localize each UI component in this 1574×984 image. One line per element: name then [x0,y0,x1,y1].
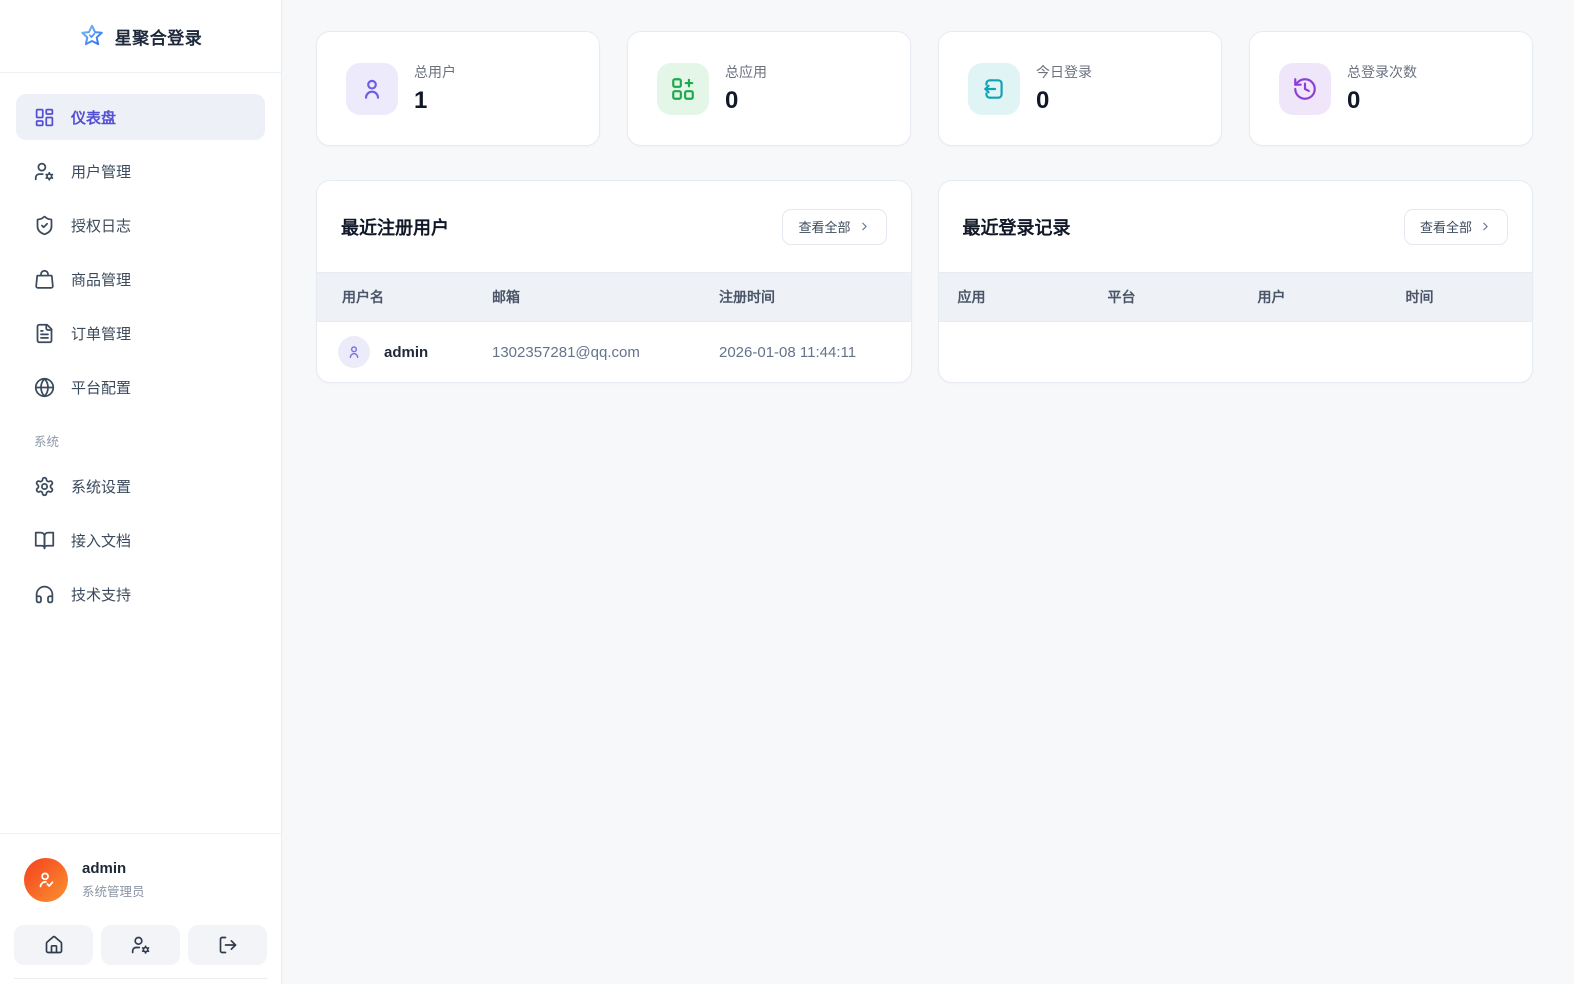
stat-value: 0 [1036,87,1092,115]
sidebar-item-orders[interactable]: 订单管理 [16,310,265,356]
stat-label: 今日登录 [1036,62,1092,82]
log-in-icon [968,63,1020,115]
user-cog-icon [131,935,151,955]
stat-value: 0 [1347,87,1417,115]
sidebar-item-support[interactable]: 技术支持 [16,571,265,617]
globe-icon [34,377,55,398]
sidebar-item-system-settings[interactable]: 系统设置 [16,463,265,509]
shield-check-icon [34,215,55,236]
sidebar-nav: 仪表盘 用户管理 授权日志 商品管理 订单管理 [0,73,281,833]
row-user-icon [338,336,370,368]
view-all-logins-button[interactable]: 查看全部 [1404,209,1508,245]
stat-label: 总应用 [725,62,767,82]
row-time: 2026-01-08 11:44:11 [719,344,886,361]
sidebar-item-docs[interactable]: 接入文档 [16,517,265,563]
grid-plus-icon [657,63,709,115]
sidebar-item-label: 技术支持 [71,584,131,605]
view-all-label: 查看全部 [1420,217,1472,236]
sidebar-item-label: 接入文档 [71,530,131,551]
sidebar-item-label: 订单管理 [71,323,131,344]
stat-card-total-users: 总用户 1 [316,31,600,146]
column-header: 平台 [1108,287,1258,307]
panel-title: 最近注册用户 [341,214,449,240]
column-header: 用户 [1258,287,1406,307]
row-username: admin [384,344,428,361]
avatar [24,858,68,902]
stat-card-total-logins: 总登录次数 0 [1249,31,1533,146]
logout-button[interactable] [188,925,267,965]
table-header: 用户名 邮箱 注册时间 [317,272,911,322]
stat-label: 总登录次数 [1347,62,1417,82]
stat-label: 总用户 [414,62,456,82]
app-title: 星聚合登录 [115,24,203,49]
panels-row: 最近注册用户 查看全部 用户名 邮箱 注册时间 admin [316,180,1533,383]
user-profile: admin 系统管理员 [14,858,267,902]
view-all-users-button[interactable]: 查看全部 [782,209,886,245]
column-header: 邮箱 [492,287,719,307]
sidebar: 星聚合登录 仪表盘 用户管理 授权日志 商品管理 [0,0,282,984]
sidebar-item-label: 平台配置 [71,377,131,398]
profile-role: 系统管理员 [82,881,145,900]
book-open-icon [34,530,55,551]
recent-users-panel: 最近注册用户 查看全部 用户名 邮箱 注册时间 admin [316,180,912,383]
stats-row: 总用户 1 总应用 0 今日登录 0 [316,31,1533,146]
row-email: 1302357281@qq.com [492,344,719,361]
sidebar-item-platform-config[interactable]: 平台配置 [16,364,265,410]
stat-value: 0 [725,87,767,115]
main-content: 总用户 1 总应用 0 今日登录 0 [282,0,1574,984]
history-icon [1279,63,1331,115]
sidebar-item-products[interactable]: 商品管理 [16,256,265,302]
empty-table-body [939,322,1533,382]
sidebar-item-auth-logs[interactable]: 授权日志 [16,202,265,248]
column-header: 用户名 [342,287,492,307]
stat-card-today-logins: 今日登录 0 [938,31,1222,146]
table-row[interactable]: admin 1302357281@qq.com 2026-01-08 11:44… [317,322,911,382]
sidebar-item-users[interactable]: 用户管理 [16,148,265,194]
chevron-right-icon [858,220,871,233]
column-header: 应用 [958,287,1108,307]
sidebar-item-label: 授权日志 [71,215,131,236]
account-settings-button[interactable] [101,925,180,965]
sidebar-footer: admin 系统管理员 [0,833,281,984]
sidebar-item-dashboard[interactable]: 仪表盘 [16,94,265,140]
table-header: 应用 平台 用户 时间 [939,272,1533,322]
user-cog-icon [34,161,55,182]
logout-icon [218,935,238,955]
view-all-label: 查看全部 [798,217,850,236]
footer-buttons [14,925,267,965]
sidebar-item-label: 系统设置 [71,476,131,497]
user-cell: admin [338,336,492,368]
stat-value: 1 [414,87,456,115]
app-logo: 星聚合登录 [0,0,281,73]
sidebar-item-label: 用户管理 [71,161,131,182]
settings-icon [34,476,55,497]
stat-card-total-apps: 总应用 0 [627,31,911,146]
column-header: 注册时间 [719,287,886,307]
dashboard-icon [34,107,55,128]
home-button[interactable] [14,925,93,965]
sidebar-item-label: 商品管理 [71,269,131,290]
sidebar-item-label: 仪表盘 [71,107,116,128]
panel-title: 最近登录记录 [963,214,1071,240]
home-icon [44,935,64,955]
sidebar-bottom-divider [14,978,267,979]
headphones-icon [34,584,55,605]
sidebar-section-label: 系统 [16,418,265,463]
star-logo-icon [79,23,105,49]
recent-logins-panel: 最近登录记录 查看全部 应用 平台 用户 时间 [938,180,1534,383]
user-icon [346,63,398,115]
column-header: 时间 [1406,287,1514,307]
panel-header: 最近登录记录 查看全部 [939,181,1533,272]
file-text-icon [34,323,55,344]
profile-username: admin [82,860,145,877]
chevron-right-icon [1479,220,1492,233]
shopping-bag-icon [34,269,55,290]
panel-header: 最近注册用户 查看全部 [317,181,911,272]
